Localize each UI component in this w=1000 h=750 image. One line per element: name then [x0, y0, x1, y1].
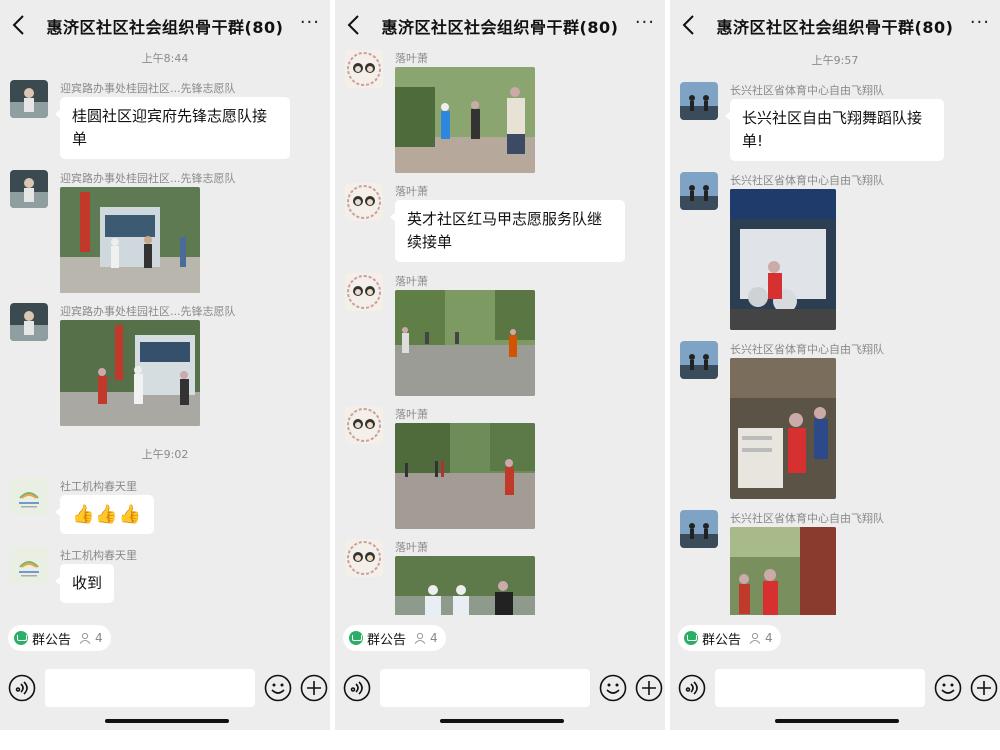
sender-name: 迎宾路办事处桂园社区...先锋志愿队 [60, 172, 236, 185]
sender-name: 落叶萧 [395, 541, 428, 554]
emoji-icon[interactable] [264, 674, 292, 702]
group-notice-button[interactable]: 群公告 4 [343, 625, 446, 651]
timestamp: 上午9:02 [141, 448, 189, 461]
photo-image[interactable] [60, 320, 200, 426]
photo-image[interactable] [730, 527, 836, 615]
photo-image[interactable] [730, 189, 836, 330]
avatar[interactable] [345, 539, 383, 577]
photo-image[interactable] [60, 187, 200, 293]
sender-name: 落叶萧 [395, 275, 428, 288]
member-count: 4 [765, 631, 773, 645]
avatar[interactable] [345, 50, 383, 88]
input-bar [670, 667, 1000, 711]
notice-icon [349, 631, 363, 645]
chat-footer: 群公告 4 [670, 615, 1000, 730]
chat-footer: 群公告 4 [0, 615, 330, 730]
sender-name: 社工机构春天里 [60, 549, 137, 562]
more-options-icon[interactable]: ··· [300, 12, 320, 33]
message-bubble[interactable]: 桂圆社区迎宾府先锋志愿队接单 [55, 97, 290, 159]
message-list[interactable]: 上午8:44 迎宾路办事处桂园社区...先锋志愿队 桂圆社区迎宾府先锋志愿队接单… [0, 50, 330, 615]
chat-footer: 群公告 4 [335, 615, 665, 730]
member-count: 4 [430, 631, 438, 645]
avatar[interactable] [345, 406, 383, 444]
timestamp: 上午9:57 [811, 54, 859, 67]
avatar[interactable] [10, 303, 48, 341]
emoji-icon[interactable] [599, 674, 627, 702]
avatar[interactable] [345, 273, 383, 311]
message-input[interactable] [380, 669, 590, 707]
sender-name: 长兴社区省体育中心自由飞翔队 [730, 343, 884, 356]
sender-name: 落叶萧 [395, 185, 428, 198]
input-bar [0, 667, 330, 711]
avatar[interactable] [680, 510, 718, 548]
notice-icon [14, 631, 28, 645]
more-options-icon[interactable]: ··· [635, 12, 655, 33]
avatar[interactable] [680, 172, 718, 210]
sender-name: 落叶萧 [395, 52, 428, 65]
home-indicator[interactable] [440, 719, 564, 723]
photo-image[interactable] [395, 290, 535, 396]
sender-name: 长兴社区省体育中心自由飞翔队 [730, 512, 884, 525]
sender-name: 迎宾路办事处桂园社区...先锋志愿队 [60, 305, 236, 318]
notice-icon [684, 631, 698, 645]
voice-input-icon[interactable] [8, 674, 36, 702]
more-actions-plus-icon[interactable] [300, 674, 328, 702]
photo-image[interactable] [395, 556, 535, 615]
photo-image[interactable] [395, 67, 535, 173]
voice-input-icon[interactable] [343, 674, 371, 702]
home-indicator[interactable] [105, 719, 229, 723]
more-actions-plus-icon[interactable] [970, 674, 998, 702]
group-notice-button[interactable]: 群公告 4 [8, 625, 111, 651]
member-icon [749, 632, 761, 644]
chat-header: 惠济区社区社会组织骨干群(80) ··· [0, 0, 330, 50]
timestamp: 上午8:44 [141, 52, 189, 65]
member-icon [79, 632, 91, 644]
voice-input-icon[interactable] [678, 674, 706, 702]
sender-name: 落叶萧 [395, 408, 428, 421]
chat-screen-3: 惠济区社区社会组织骨干群(80) ··· 上午9:57 长兴社区省体育中心自由飞… [670, 0, 1000, 730]
message-bubble[interactable]: 长兴社区自由飞翔舞蹈队接单! [725, 99, 944, 161]
avatar[interactable] [10, 478, 48, 516]
avatar[interactable] [680, 341, 718, 379]
more-options-icon[interactable]: ··· [970, 12, 990, 33]
sender-name: 社工机构春天里 [60, 480, 137, 493]
notice-label: 群公告 [367, 632, 407, 648]
more-actions-plus-icon[interactable] [635, 674, 663, 702]
member-icon [414, 632, 426, 644]
photo-image[interactable] [395, 423, 535, 529]
photo-image[interactable] [730, 358, 836, 499]
avatar[interactable] [10, 170, 48, 208]
group-notice-button[interactable]: 群公告 4 [678, 625, 781, 651]
avatar[interactable] [10, 80, 48, 118]
chat-title: 惠济区社区社会组织骨干群(80) [716, 18, 954, 37]
message-bubble[interactable]: 收到 [54, 564, 115, 603]
message-input[interactable] [45, 669, 255, 707]
chat-screen-2: 惠济区社区社会组织骨干群(80) ··· 落叶萧 落叶萧 英才社区红马甲志愿服务… [335, 0, 665, 730]
chat-header: 惠济区社区社会组织骨干群(80) ··· [670, 0, 1000, 50]
chat-header: 惠济区社区社会组织骨干群(80) ··· [335, 0, 665, 50]
emoji-icon[interactable] [934, 674, 962, 702]
message-list[interactable]: 上午9:57 长兴社区省体育中心自由飞翔队 长兴社区自由飞翔舞蹈队接单! 长兴社… [670, 50, 1000, 615]
avatar[interactable] [345, 183, 383, 221]
message-list[interactable]: 落叶萧 落叶萧 英才社区红马甲志愿服务队继续接单 落叶萧 落叶萧 落叶萧 [335, 50, 665, 615]
home-indicator[interactable] [775, 719, 899, 723]
message-input[interactable] [715, 669, 925, 707]
notice-label: 群公告 [702, 632, 742, 648]
sender-name: 长兴社区省体育中心自由飞翔队 [730, 84, 884, 97]
chat-title: 惠济区社区社会组织骨干群(80) [381, 18, 619, 37]
member-count: 4 [95, 631, 103, 645]
screenshot-collage: 惠济区社区社会组织骨干群(80) ··· 上午8:44 迎宾路办事处桂园社区..… [0, 0, 1000, 750]
message-bubble[interactable]: 英才社区红马甲志愿服务队继续接单 [390, 200, 625, 262]
sender-name: 迎宾路办事处桂园社区...先锋志愿队 [60, 82, 236, 95]
sender-name: 长兴社区省体育中心自由飞翔队 [730, 174, 884, 187]
chat-title: 惠济区社区社会组织骨干群(80) [46, 18, 284, 37]
input-bar [335, 667, 665, 711]
avatar[interactable] [10, 547, 48, 585]
avatar[interactable] [680, 82, 718, 120]
chat-screen-1: 惠济区社区社会组织骨干群(80) ··· 上午8:44 迎宾路办事处桂园社区..… [0, 0, 330, 730]
notice-label: 群公告 [32, 632, 72, 648]
message-bubble[interactable]: 👍👍👍 [54, 495, 155, 534]
